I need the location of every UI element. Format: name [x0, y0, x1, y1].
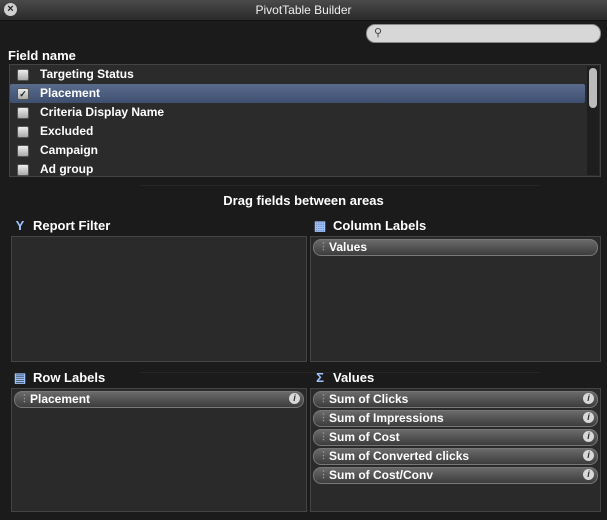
info-icon[interactable]: i: [583, 393, 594, 404]
pill-label: Sum of Clicks: [329, 392, 409, 406]
value-field-pill[interactable]: ⋮ Sum of Clicks i: [313, 391, 598, 408]
info-icon[interactable]: i: [583, 431, 594, 442]
grip-icon: ⋮: [319, 469, 328, 479]
field-checkbox[interactable]: [17, 145, 29, 157]
sigma-icon: Σ: [316, 370, 324, 385]
info-icon[interactable]: i: [583, 469, 594, 480]
grip-icon: ⋮: [319, 412, 328, 422]
field-label: Targeting Status: [40, 67, 134, 81]
field-name-header: Field name: [8, 48, 76, 63]
value-field-pill[interactable]: ⋮ Sum of Impressions i: [313, 410, 598, 427]
field-label: Ad group: [40, 162, 94, 176]
value-field-pill[interactable]: ⋮ Sum of Cost/Conv i: [313, 467, 598, 484]
search-icon: ⚲: [374, 27, 383, 39]
values-area[interactable]: ⋮ Sum of Clicks i ⋮ Sum of Impressions i…: [310, 388, 601, 512]
info-icon[interactable]: i: [583, 412, 594, 423]
field-label: Campaign: [40, 143, 99, 157]
field-checkbox[interactable]: [17, 69, 29, 81]
field-row[interactable]: Targeting Status: [10, 65, 585, 84]
field-row[interactable]: Criteria Display Name: [10, 103, 585, 122]
row-labels-area[interactable]: ⋮ Placement i: [11, 388, 307, 512]
value-field-pill[interactable]: ⋮ Sum of Converted clicks i: [313, 448, 598, 465]
grip-icon: ⋮: [319, 241, 328, 251]
scrollbar-thumb[interactable]: [589, 68, 597, 108]
column-labels-icon: ▦: [313, 218, 327, 233]
column-labels-title: ▦ Column Labels: [312, 218, 426, 234]
column-labels-area[interactable]: ⋮ Values: [310, 236, 601, 362]
info-icon[interactable]: i: [289, 393, 300, 404]
filter-icon: Y: [15, 218, 25, 233]
field-label: Excluded: [40, 124, 94, 138]
values-label: Values: [333, 370, 375, 385]
report-filter-title: Y Report Filter: [12, 218, 111, 233]
field-row[interactable]: Excluded: [10, 122, 585, 141]
column-labels-label: Column Labels: [333, 218, 427, 233]
grip-icon: ⋮: [319, 393, 328, 403]
field-checkbox[interactable]: [17, 164, 29, 176]
pill-label: Sum of Converted clicks: [329, 449, 470, 463]
field-list[interactable]: Targeting Status ✓ Placement Criteria Di…: [9, 64, 601, 177]
report-filter-label: Report Filter: [33, 218, 111, 233]
field-checkbox[interactable]: [17, 126, 29, 138]
field-checkbox[interactable]: [17, 107, 29, 119]
info-icon[interactable]: i: [583, 450, 594, 461]
row-labels-label: Row Labels: [33, 370, 106, 385]
grip-icon: ⋮: [319, 450, 328, 460]
search-field[interactable]: ⚲: [366, 24, 601, 43]
background-gridline: [140, 185, 540, 186]
field-row[interactable]: Campaign: [10, 141, 585, 160]
title-bar: × PivotTable Builder: [0, 0, 607, 21]
pill-label: Sum of Cost/Conv: [329, 468, 433, 482]
pill-label: Placement: [30, 392, 91, 406]
field-checkbox[interactable]: ✓: [17, 88, 29, 100]
pill-label: Sum of Cost: [329, 430, 400, 444]
field-list-scrollbar[interactable]: [587, 66, 599, 175]
field-row[interactable]: ✓ Placement: [10, 84, 585, 103]
window-title: PivotTable Builder: [255, 3, 352, 17]
pill-label: Sum of Impressions: [329, 411, 444, 425]
drag-hint: Drag fields between areas: [223, 193, 384, 208]
pill-label: Values: [329, 240, 368, 254]
field-row[interactable]: Ad group: [10, 160, 585, 176]
column-field-pill[interactable]: ⋮ Values: [313, 239, 598, 256]
value-field-pill[interactable]: ⋮ Sum of Cost i: [313, 429, 598, 446]
grip-icon: ⋮: [20, 393, 29, 403]
row-labels-title: ▤ Row Labels: [12, 370, 105, 386]
row-labels-icon: ▤: [13, 370, 27, 385]
field-label: Placement: [40, 86, 101, 100]
field-label: Criteria Display Name: [40, 105, 165, 119]
grip-icon: ⋮: [319, 431, 328, 441]
report-filter-area[interactable]: [11, 236, 307, 362]
values-title: Σ Values: [312, 370, 374, 385]
row-field-pill[interactable]: ⋮ Placement i: [14, 391, 304, 408]
search-input[interactable]: [387, 26, 596, 42]
